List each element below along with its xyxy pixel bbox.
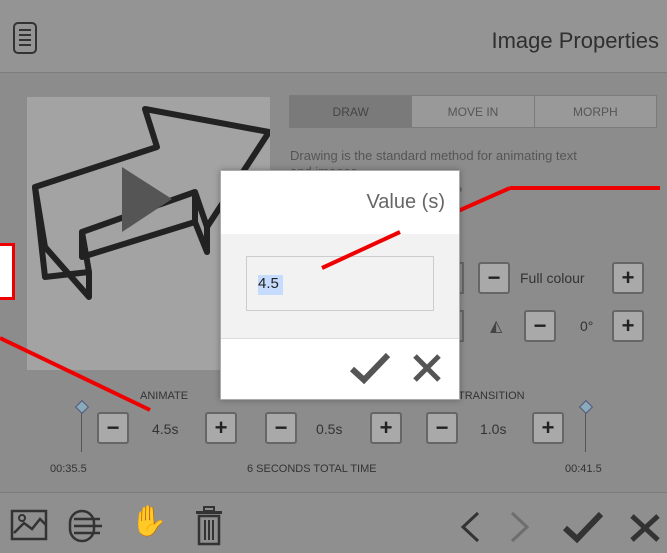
value-input[interactable] <box>246 256 434 311</box>
dialog-divider <box>221 338 459 339</box>
check-icon[interactable] <box>349 351 391 385</box>
dialog-title: Value (s) <box>366 191 445 213</box>
close-icon[interactable] <box>411 352 443 384</box>
value-dialog: Value (s) <box>220 170 460 400</box>
